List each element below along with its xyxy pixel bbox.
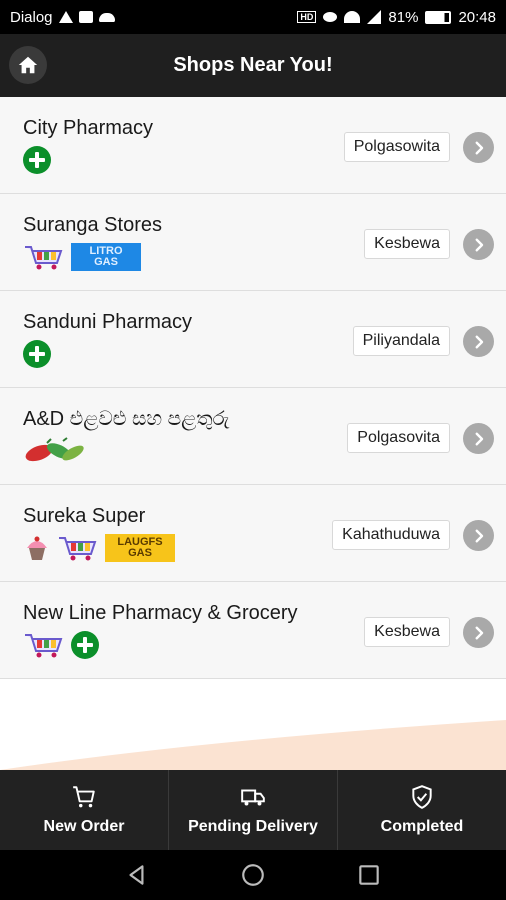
status-bar: Dialog HD 81% 20:48 xyxy=(0,0,506,34)
shop-location-badge: Polgasovita xyxy=(347,423,450,453)
bottom-nav: New Order Pending Delivery Completed xyxy=(0,770,506,850)
clock: 20:48 xyxy=(458,8,496,26)
shop-badges: LAUGFS GAS xyxy=(23,534,175,562)
shop-row[interactable]: Sanduni Pharmacy Piliyandala xyxy=(0,291,506,388)
home-icon xyxy=(18,56,38,74)
shop-badges xyxy=(23,146,51,174)
shop-name: Sanduni Pharmacy xyxy=(23,311,192,333)
shop-row[interactable]: New Line Pharmacy & Grocery Kesbewa xyxy=(0,582,506,679)
home-circle-icon[interactable] xyxy=(240,862,266,888)
laugfs-gas-badge: LAUGFS GAS xyxy=(105,534,175,562)
pharmacy-cross-icon xyxy=(23,340,51,368)
chevron-right-icon[interactable] xyxy=(463,132,494,163)
litro-gas-line2: GAS xyxy=(94,256,118,268)
pharmacy-cross-icon xyxy=(23,146,51,174)
recents-icon[interactable] xyxy=(356,862,382,888)
shop-row[interactable]: City Pharmacy Polgasowita xyxy=(0,97,506,194)
signal-icon xyxy=(367,10,382,24)
shop-name: New Line Pharmacy & Grocery xyxy=(23,602,298,624)
system-nav-bar xyxy=(0,850,506,900)
shop-location-badge: Kahathuduwa xyxy=(332,520,450,550)
chevron-right-icon[interactable] xyxy=(463,617,494,648)
cart-icon xyxy=(73,786,95,808)
chevron-right-icon[interactable] xyxy=(463,229,494,260)
shop-badges xyxy=(23,437,89,465)
shop-location-badge: Kesbewa xyxy=(364,229,450,259)
cupcake-icon xyxy=(27,536,47,560)
wifi-icon xyxy=(344,11,361,23)
carrier-label: Dialog xyxy=(10,8,53,26)
grocery-cart-icon xyxy=(25,246,63,270)
cloud-icon xyxy=(98,12,115,22)
new-order-button[interactable]: New Order xyxy=(0,770,169,850)
pending-delivery-label: Pending Delivery xyxy=(188,818,318,835)
grocery-cart-icon xyxy=(59,537,97,561)
back-icon[interactable] xyxy=(124,862,150,888)
truck-icon xyxy=(241,789,265,806)
battery-icon xyxy=(425,10,452,24)
shop-name: Sureka Super xyxy=(23,505,146,527)
completed-label: Completed xyxy=(380,818,464,835)
chevron-right-icon[interactable] xyxy=(463,326,494,357)
pharmacy-cross-icon xyxy=(71,631,99,659)
home-button[interactable] xyxy=(9,46,47,84)
background-swoosh xyxy=(0,720,506,770)
shop-row[interactable]: Suranga Stores LITRO GAS Kesbewa xyxy=(0,194,506,291)
shop-name: City Pharmacy xyxy=(23,117,154,139)
chevron-right-icon[interactable] xyxy=(463,423,494,454)
battery-percent: 81% xyxy=(388,8,419,26)
shield-check-icon xyxy=(412,785,432,809)
shop-location-badge: Piliyandala xyxy=(352,326,450,356)
completed-button[interactable]: Completed xyxy=(338,770,506,850)
hd-icon: HD xyxy=(297,11,317,23)
warning-icon xyxy=(58,11,73,23)
facebook-icon xyxy=(78,11,93,23)
new-order-label: New Order xyxy=(43,818,125,835)
shop-badges xyxy=(23,340,51,368)
app-bar: Shops Near You! xyxy=(0,34,506,97)
chevron-right-icon[interactable] xyxy=(463,520,494,551)
pending-delivery-button[interactable]: Pending Delivery xyxy=(169,770,338,850)
shop-row[interactable]: Sureka Super LAUGFS GAS Kahathuduwa xyxy=(0,485,506,582)
grocery-cart-icon xyxy=(25,634,63,658)
shop-row[interactable]: A&D එළවළු සහ පළතුරු Polgasovita xyxy=(0,388,506,485)
litro-gas-badge: LITRO GAS xyxy=(71,243,141,271)
shop-name: A&D එළවළු සහ පළතුරු xyxy=(23,408,230,430)
laugfs-gas-line2: GAS xyxy=(128,547,152,559)
shop-badges: LITRO GAS xyxy=(23,243,141,271)
page-title: Shops Near You! xyxy=(173,54,333,76)
shop-list: City Pharmacy Polgasowita Suranga Stores… xyxy=(0,97,506,679)
shop-name: Suranga Stores xyxy=(23,214,162,236)
shop-location-badge: Polgasowita xyxy=(343,132,450,162)
shop-location-badge: Kesbewa xyxy=(364,617,450,647)
eye-icon xyxy=(323,12,338,22)
vegetables-icon xyxy=(25,437,84,462)
shop-badges xyxy=(23,631,99,659)
